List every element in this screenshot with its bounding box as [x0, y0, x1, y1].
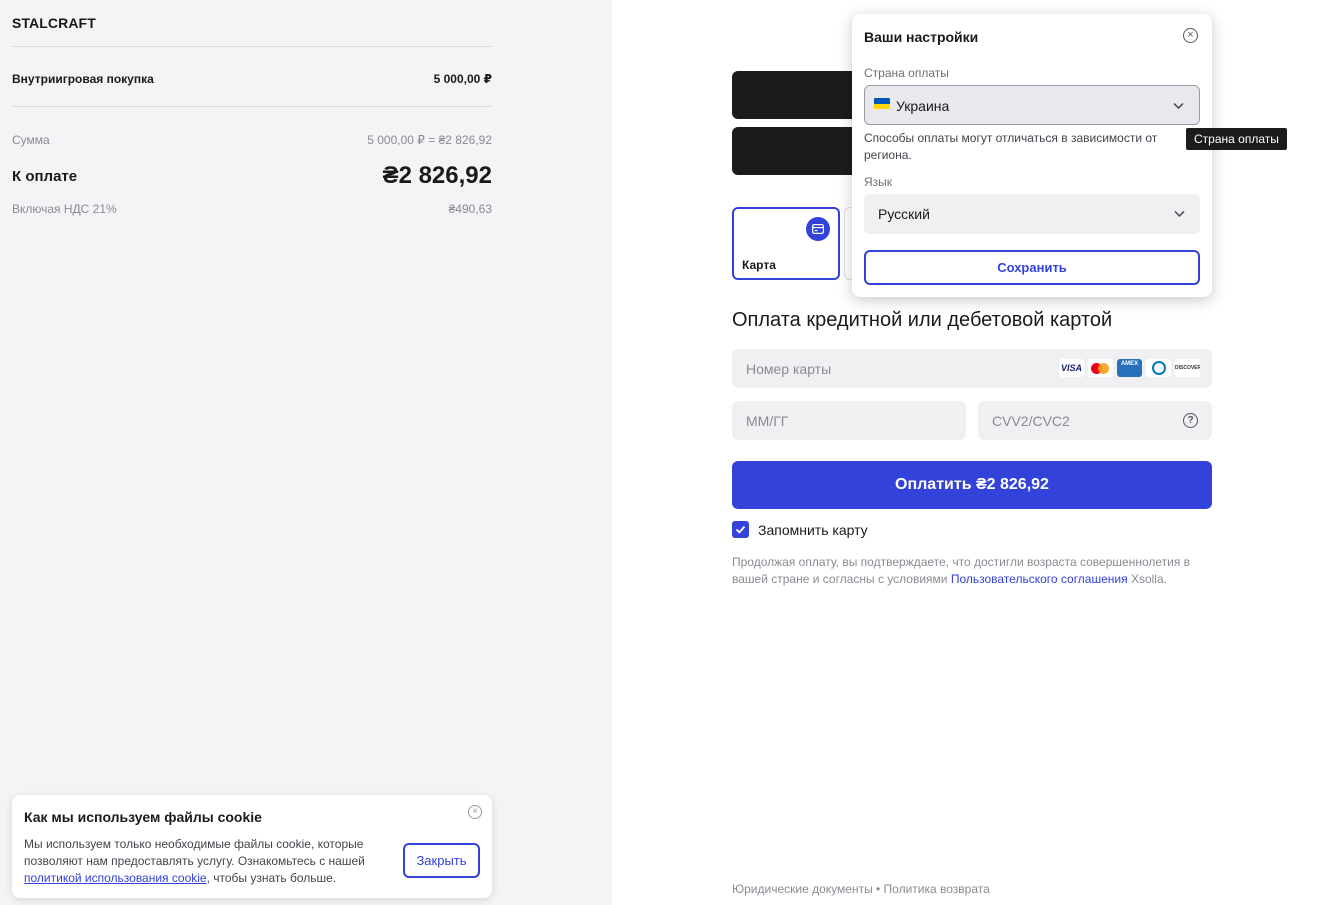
order-item-row: Внутриигровая покупка 5 000,00 ₽	[12, 72, 492, 86]
remember-card-checkbox[interactable]	[732, 521, 749, 538]
chevron-down-icon	[1173, 102, 1184, 110]
remember-card[interactable]: Запомнить карту	[732, 521, 868, 538]
payment-method-card[interactable]: Карта	[732, 207, 840, 280]
vat-label: Включая НДС 21%	[12, 202, 117, 216]
close-circle-icon[interactable]: ×	[1183, 28, 1198, 43]
visa-logo-icon: VISA	[1059, 359, 1084, 377]
sum-label: Сумма	[12, 133, 50, 147]
pay-button[interactable]: Оплатить ₴2 826,92	[732, 461, 1212, 509]
language-label: Язык	[864, 175, 893, 189]
brand-title: STALCRAFT	[12, 15, 96, 31]
terms-text: Продолжая оплату, вы подтверждаете, что …	[732, 554, 1214, 588]
expiry-input[interactable]	[732, 401, 966, 440]
help-circle-icon[interactable]: ?	[1183, 413, 1198, 428]
chevron-down-icon	[1174, 210, 1185, 218]
settings-popup: Ваши настройки × Страна оплаты Украина С…	[852, 14, 1212, 297]
diners-logo-icon	[1146, 359, 1171, 377]
close-circle-icon[interactable]: ×	[468, 805, 482, 819]
total-label: К оплате	[12, 167, 78, 185]
cvv-input[interactable]	[978, 401, 1212, 440]
item-label: Внутриигровая покупка	[12, 72, 154, 86]
country-note: Способы оплаты могут отличаться в зависи…	[864, 131, 1158, 162]
save-settings-button[interactable]: Сохранить	[864, 250, 1200, 285]
discover-logo-icon: DISCOVER	[1175, 359, 1200, 377]
footer-links[interactable]: Юридические документы • Политика возврат…	[732, 882, 990, 896]
remember-card-label: Запомнить карту	[758, 521, 868, 538]
language-select[interactable]: Русский	[864, 194, 1200, 234]
sum-value: 5 000,00 ₽ = ₴2 826,92	[367, 133, 492, 147]
item-price: 5 000,00 ₽	[433, 72, 492, 86]
language-value: Русский	[878, 206, 930, 222]
cookie-close-button[interactable]: Закрыть	[403, 843, 480, 878]
country-label: Страна оплаты	[864, 66, 949, 80]
ukraine-flag-icon	[874, 98, 890, 109]
country-value: Украина	[896, 98, 950, 114]
mastercard-logo-icon	[1088, 359, 1113, 377]
sum-row: Сумма 5 000,00 ₽ = ₴2 826,92	[12, 133, 492, 147]
cookie-title: Как мы используем файлы cookie	[24, 809, 262, 825]
total-row: К оплате ₴2 826,92	[12, 162, 492, 190]
vat-value: ₴490,63	[448, 202, 492, 216]
terms-text-part: Xsolla.	[1127, 572, 1167, 586]
cookie-text-part: , чтобы узнать больше.	[206, 871, 337, 885]
amex-logo-icon: AMEX	[1117, 359, 1142, 377]
cookie-text-part: Мы используем только необходимые файлы c…	[24, 837, 365, 868]
payment-section-title: Оплата кредитной или дебетовой картой	[732, 309, 1113, 331]
total-value: ₴2 826,92	[382, 162, 492, 189]
card-logos: VISA AMEX DISCOVER	[1059, 359, 1200, 377]
settings-title: Ваши настройки	[864, 29, 979, 45]
payment-method-card-label: Карта	[742, 258, 776, 272]
cookie-text: Мы используем только необходимые файлы c…	[24, 836, 394, 887]
user-agreement-link[interactable]: Пользовательского соглашения	[951, 572, 1128, 586]
cookie-policy-link[interactable]: политикой использования cookie	[24, 871, 207, 885]
divider	[12, 106, 492, 107]
divider	[12, 46, 492, 47]
order-summary-panel: STALCRAFT Внутриигровая покупка 5 000,00…	[0, 0, 612, 905]
country-tooltip: Страна оплаты	[1186, 128, 1287, 150]
country-select[interactable]: Украина	[864, 85, 1200, 125]
vat-row: Включая НДС 21% ₴490,63	[12, 202, 492, 216]
credit-card-icon	[806, 217, 830, 241]
cookie-banner: Как мы используем файлы cookie × Мы испо…	[12, 795, 492, 898]
